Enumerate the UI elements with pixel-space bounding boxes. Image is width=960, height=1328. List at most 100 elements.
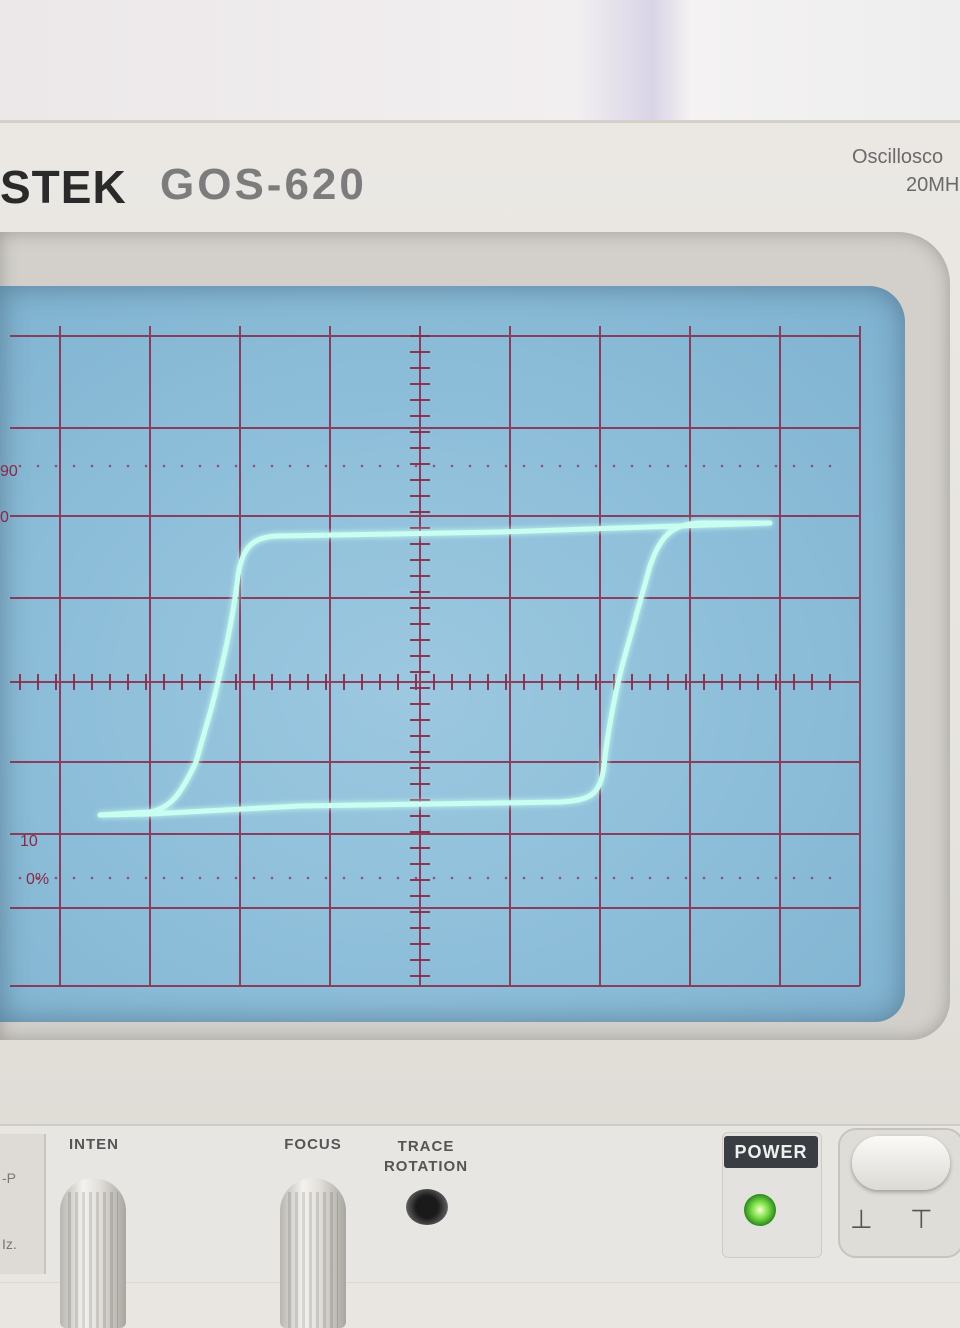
power-off-icon: ⊥ (850, 1204, 873, 1234)
device-type-label: Oscillosco (852, 146, 944, 168)
percent-dot (360, 464, 364, 468)
percent-dot (666, 876, 670, 880)
percent-dot (126, 464, 130, 468)
percent-dot (774, 876, 778, 880)
percent-dot (558, 876, 562, 880)
percent-dot (468, 464, 472, 468)
trace-rotation-adjuster[interactable] (406, 1189, 448, 1225)
percent-dot (684, 876, 688, 880)
percent-dot (648, 876, 652, 880)
percent-dot (810, 464, 814, 468)
percent-dot (324, 876, 328, 880)
percent-dot (288, 464, 292, 468)
percent-dot (198, 464, 202, 468)
percent-label-90: 90 (0, 463, 18, 480)
percent-dot (486, 464, 490, 468)
power-label: POWER (724, 1136, 818, 1168)
percent-dot (450, 464, 454, 468)
percent-dot (828, 876, 832, 880)
percent-dot (432, 876, 436, 880)
brand-logo: STEK (0, 161, 127, 213)
percent-dot (72, 464, 76, 468)
percent-dot (504, 464, 508, 468)
graticule-and-trace: 90 0 10 0% (0, 326, 861, 987)
percent-dot (36, 464, 40, 468)
percent-dot (630, 464, 634, 468)
percent-dot (504, 876, 508, 880)
percent-dot (720, 464, 724, 468)
percent-dot (396, 464, 400, 468)
percent-dot (378, 876, 382, 880)
percent-dot (648, 464, 652, 468)
percent-dot (162, 464, 166, 468)
percent-dot (144, 464, 148, 468)
percent-dot (288, 876, 292, 880)
percent-dot (540, 464, 544, 468)
focus-label: FOCUS (284, 1136, 342, 1153)
background-wall (0, 0, 960, 140)
percent-dot (414, 876, 418, 880)
percent-dot (612, 876, 616, 880)
percent-dot (468, 876, 472, 880)
percent-dot (198, 876, 202, 880)
percent-dot (432, 464, 436, 468)
percent-dot (702, 876, 706, 880)
percent-dot (576, 464, 580, 468)
percent-dot (324, 464, 328, 468)
percent-dot (270, 464, 274, 468)
percent-dot (360, 876, 364, 880)
graticule-ticks (19, 335, 831, 977)
percent-dot (90, 464, 94, 468)
percent-dot (126, 876, 130, 880)
percent-dot (252, 464, 256, 468)
percent-dot (702, 464, 706, 468)
percent-dot (252, 876, 256, 880)
model-label: GOS-620 (160, 160, 367, 209)
percent-dot (828, 464, 832, 468)
left-control-area (0, 1134, 46, 1274)
power-on-icon: ⊤ (910, 1204, 933, 1234)
percent-dot (684, 464, 688, 468)
trace-rotation-label-1: TRACE (397, 1138, 455, 1155)
percent-label-10: 10 (20, 833, 38, 850)
percent-dot (792, 464, 796, 468)
percent-dot (666, 464, 670, 468)
focus-knob[interactable] (280, 1178, 346, 1328)
percent-dot (450, 876, 454, 880)
percent-dot (810, 876, 814, 880)
percent-dot (270, 876, 274, 880)
percent-dot (72, 876, 76, 880)
power-led-icon (744, 1194, 776, 1226)
percent-dot (774, 464, 778, 468)
percent-dot (612, 464, 616, 468)
percent-dot (342, 876, 346, 880)
percent-dot (180, 876, 184, 880)
bandwidth-label: 20MH (906, 174, 960, 196)
percent-dot (738, 464, 742, 468)
percent-dot (54, 876, 58, 880)
percent-dot (306, 876, 310, 880)
percent-label-0-top: 0 (0, 509, 9, 526)
intensity-knob[interactable] (60, 1178, 126, 1328)
trace-rotation-label-2: ROTATION (383, 1158, 469, 1175)
percent-dot (756, 876, 760, 880)
percent-dot (522, 876, 526, 880)
percent-dot (54, 464, 58, 468)
percent-dot (216, 876, 220, 880)
percent-dot (342, 464, 346, 468)
inten-label: INTEN (69, 1136, 119, 1153)
percent-dot (522, 464, 526, 468)
percent-dot (216, 464, 220, 468)
percent-dot (306, 464, 310, 468)
percent-dot (144, 876, 148, 880)
percent-dot (792, 876, 796, 880)
percent-dot (756, 464, 760, 468)
percent-dot (720, 876, 724, 880)
power-switch-button[interactable] (852, 1136, 950, 1190)
left-control-label-top: -P (2, 1170, 16, 1186)
percent-dot (180, 464, 184, 468)
percent-dot (108, 464, 112, 468)
percent-dot (90, 876, 94, 880)
percent-dot (558, 464, 562, 468)
graticule-grid (10, 326, 861, 987)
